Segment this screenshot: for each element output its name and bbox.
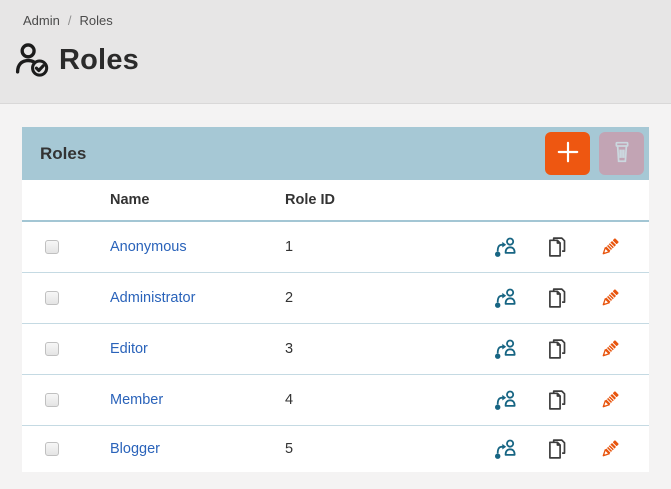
copy-icon[interactable] — [545, 437, 569, 461]
add-role-button[interactable] — [545, 132, 590, 175]
row-checkbox[interactable] — [45, 342, 59, 356]
breadcrumb-current: Roles — [79, 13, 112, 28]
edit-pencil-icon[interactable] — [597, 388, 621, 412]
table-header-row: Name Role ID — [22, 180, 649, 222]
user-check-icon — [14, 42, 50, 78]
table-row: Anonymous 1 — [22, 222, 649, 273]
edit-pencil-icon[interactable] — [597, 337, 621, 361]
assign-users-icon[interactable] — [493, 437, 517, 461]
role-id-value: 3 — [285, 341, 493, 357]
row-checkbox[interactable] — [45, 442, 59, 456]
row-checkbox[interactable] — [45, 393, 59, 407]
page-header: Roles — [14, 42, 671, 78]
copy-icon[interactable] — [545, 337, 569, 361]
copy-icon[interactable] — [545, 286, 569, 310]
role-id-value: 5 — [285, 441, 493, 457]
assign-users-icon[interactable] — [493, 286, 517, 310]
panel-title: Roles — [40, 144, 545, 164]
role-name-link[interactable]: Editor — [110, 341, 148, 357]
trash-icon — [609, 139, 635, 168]
role-name-link[interactable]: Administrator — [110, 290, 195, 306]
breadcrumb-separator: / — [68, 13, 72, 28]
plus-icon — [555, 139, 581, 168]
assign-users-icon[interactable] — [493, 235, 517, 259]
edit-pencil-icon[interactable] — [597, 286, 621, 310]
column-header-role-id: Role ID — [285, 192, 649, 208]
role-name-link[interactable]: Anonymous — [110, 239, 187, 255]
breadcrumb: Admin / Roles — [0, 13, 671, 28]
role-id-value: 2 — [285, 290, 493, 306]
edit-pencil-icon[interactable] — [597, 437, 621, 461]
role-name-link[interactable]: Blogger — [110, 441, 160, 457]
breadcrumb-admin-link[interactable]: Admin — [23, 13, 60, 28]
table-row: Editor 3 — [22, 324, 649, 375]
top-bar: Admin / Roles Roles — [0, 0, 671, 104]
page-title: Roles — [59, 44, 139, 77]
column-header-name: Name — [110, 192, 285, 208]
table-row: Administrator 2 — [22, 273, 649, 324]
role-id-value: 4 — [285, 392, 493, 408]
edit-pencil-icon[interactable] — [597, 235, 621, 259]
table-row: Blogger 5 — [22, 426, 649, 472]
content-area: Roles Name Role ID Anonymous 1 — [0, 104, 671, 472]
copy-icon[interactable] — [545, 388, 569, 412]
copy-icon[interactable] — [545, 235, 569, 259]
delete-roles-button[interactable] — [599, 132, 644, 175]
assign-users-icon[interactable] — [493, 388, 517, 412]
table-row: Member 4 — [22, 375, 649, 426]
role-id-value: 1 — [285, 239, 493, 255]
panel-header: Roles — [22, 127, 649, 180]
row-checkbox[interactable] — [45, 240, 59, 254]
roles-panel: Roles Name Role ID Anonymous 1 — [22, 127, 649, 472]
row-checkbox[interactable] — [45, 291, 59, 305]
assign-users-icon[interactable] — [493, 337, 517, 361]
role-name-link[interactable]: Member — [110, 392, 163, 408]
